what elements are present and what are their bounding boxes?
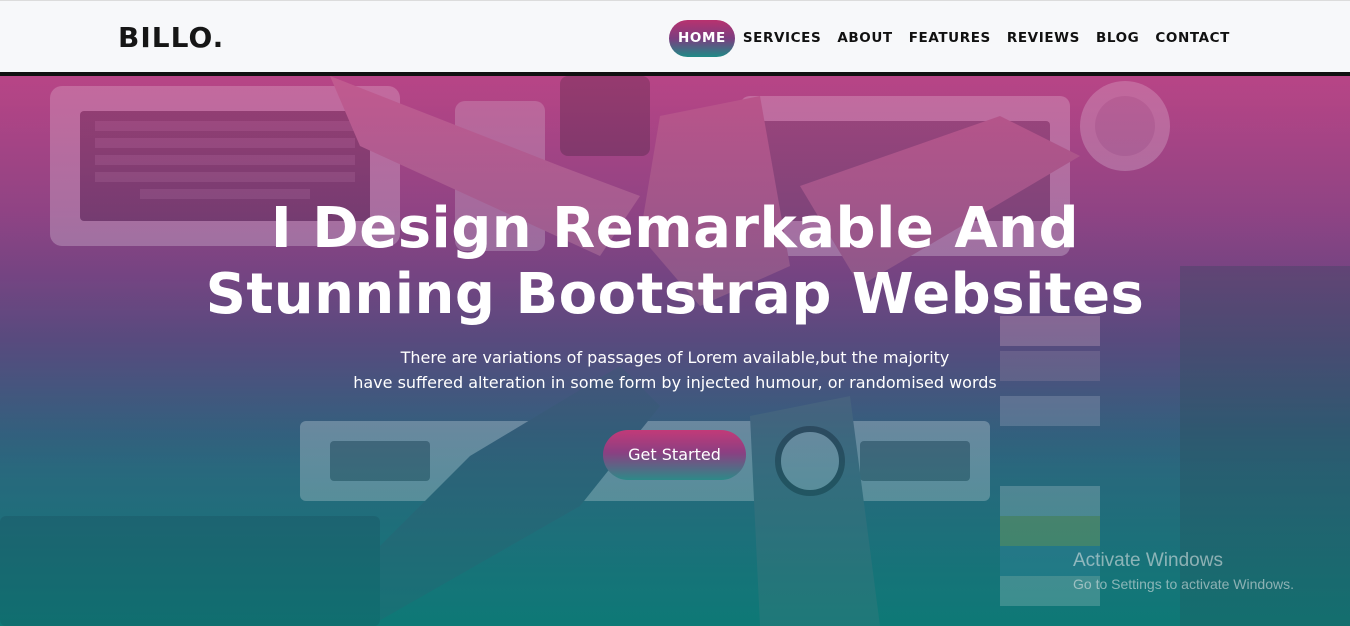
brand-logo[interactable]: BILLO. xyxy=(118,21,224,54)
hero-title-line-2: Stunning Bootstrap Websites xyxy=(205,262,1145,327)
nav-item-features[interactable]: FEATURES xyxy=(901,20,999,57)
hero-subtitle-line-2: have suffered alteration in some form by… xyxy=(353,373,997,392)
hero-subtitle-line-1: There are variations of passages of Lore… xyxy=(400,348,950,367)
hero-title: I Design Remarkable And Stunning Bootstr… xyxy=(0,196,1350,328)
nav-item-blog[interactable]: BLOG xyxy=(1088,20,1147,57)
hero-title-line-1: I Design Remarkable And xyxy=(270,196,1080,261)
get-started-button[interactable]: Get Started xyxy=(603,430,746,480)
main-nav: HOME SERVICES ABOUT FEATURES REVIEWS BLO… xyxy=(669,20,1238,57)
nav-item-about[interactable]: ABOUT xyxy=(829,20,900,57)
hero-section: I Design Remarkable And Stunning Bootstr… xyxy=(0,76,1350,626)
navbar: BILLO. HOME SERVICES ABOUT FEATURES REVI… xyxy=(0,0,1350,76)
activate-windows-subtitle: Go to Settings to activate Windows. xyxy=(1073,576,1294,592)
activate-windows-watermark: Activate Windows Go to Settings to activ… xyxy=(1073,550,1294,592)
nav-item-reviews[interactable]: REVIEWS xyxy=(999,20,1088,57)
activate-windows-title: Activate Windows xyxy=(1073,550,1223,571)
nav-item-home[interactable]: HOME xyxy=(669,20,735,57)
nav-item-contact[interactable]: CONTACT xyxy=(1147,20,1238,57)
hero-subtitle: There are variations of passages of Lore… xyxy=(0,345,1350,395)
nav-item-services[interactable]: SERVICES xyxy=(735,20,829,57)
